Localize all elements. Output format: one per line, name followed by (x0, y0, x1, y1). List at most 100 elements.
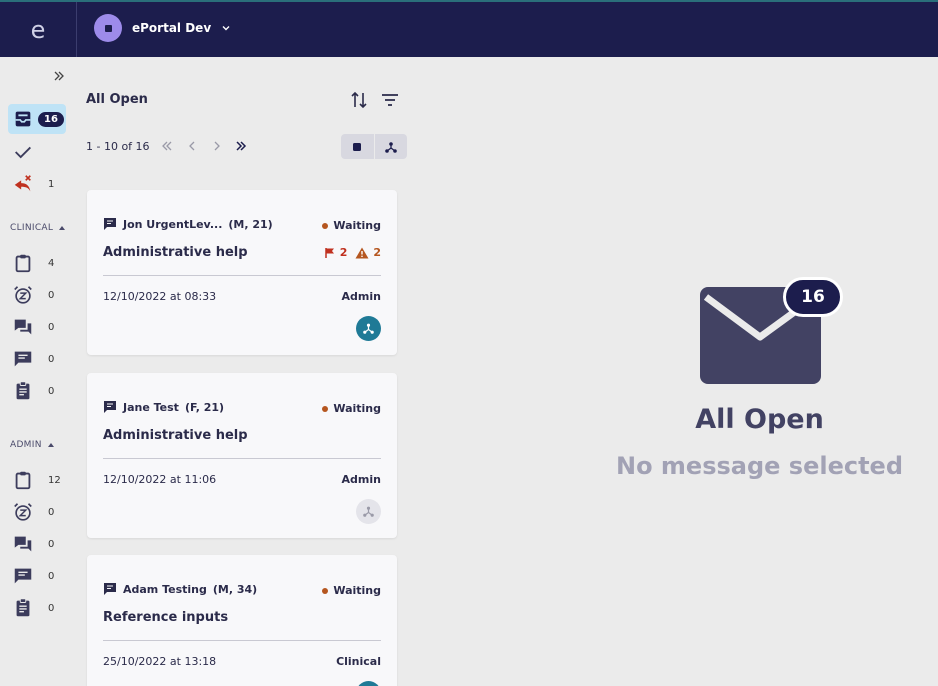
message-icon (14, 351, 32, 367)
detail-title: All Open (695, 404, 824, 435)
pagination-label: 1 - 10 of 16 (86, 140, 150, 153)
conversation-icon (14, 536, 32, 552)
message-icon (104, 583, 116, 595)
clinical-assignments-count: 0 (48, 385, 55, 397)
caret-up-icon (59, 226, 66, 230)
filter-icon[interactable] (380, 91, 400, 109)
clipboard-icon (15, 471, 31, 490)
status-label: Waiting (333, 584, 381, 597)
clinical-messages-count: 0 (48, 353, 55, 365)
inbox-badge: 16 (38, 111, 64, 127)
view-assigned-button[interactable] (375, 134, 408, 159)
inbox-icon (15, 111, 31, 127)
message-subject: Administrative help (103, 245, 248, 260)
message-icon (104, 401, 116, 413)
flag-count: 2 (339, 246, 348, 259)
message-icon (104, 218, 116, 230)
admin-section-label: ADMIN (10, 440, 42, 450)
sidebar-item-rejected[interactable]: 1 (8, 169, 66, 199)
unread-badge: 16 (783, 277, 843, 317)
admin-item-snoozed[interactable]: 0 (8, 497, 66, 527)
clinical-section-toggle[interactable]: CLINICAL (10, 223, 66, 233)
assignment-icon (16, 598, 30, 617)
chevron-down-icon (222, 26, 230, 31)
org-avatar (94, 14, 122, 42)
clinical-snoozed-count: 0 (48, 289, 55, 301)
flag-icon (324, 247, 334, 258)
last-page-icon[interactable] (234, 139, 248, 153)
message-date: 12/10/2022 at 08:33 (103, 290, 217, 303)
message-date: 25/10/2022 at 13:18 (103, 655, 217, 668)
admin-item-messages[interactable]: 0 (8, 561, 66, 591)
snooze-alarm-icon (14, 503, 32, 521)
sort-icon[interactable] (349, 90, 369, 110)
assign-button[interactable] (356, 499, 381, 524)
assign-button[interactable] (356, 681, 381, 686)
clinical-item-conversations[interactable]: 0 (8, 312, 66, 342)
assign-button[interactable] (356, 316, 381, 341)
status-label: Waiting (333, 402, 381, 415)
message-role: Clinical (336, 655, 381, 668)
message-card[interactable]: Adam Testing (M, 34) Waiting Reference i… (87, 555, 397, 686)
clinical-tasks-count: 4 (48, 257, 55, 269)
empty-state-message: No message selected (615, 452, 903, 480)
patient-name: Jon UrgentLev... (123, 217, 223, 231)
caret-up-icon (47, 443, 54, 447)
message-card[interactable]: Jane Test (F, 21) Waiting Administrative… (87, 373, 397, 538)
org-switcher[interactable]: ePortal Dev (94, 14, 231, 42)
conversation-icon (14, 319, 32, 335)
app-logo[interactable]: e (0, 2, 77, 57)
admin-messages-count: 0 (48, 570, 55, 582)
patient-demographics: (F, 21) (184, 400, 225, 414)
admin-snoozed-count: 0 (48, 506, 55, 518)
square-icon (353, 142, 362, 151)
status-badge: Waiting (322, 584, 381, 597)
patient-info: Jane Test (F, 21) (103, 400, 224, 414)
next-page-icon[interactable] (210, 139, 224, 153)
admin-section-toggle[interactable]: ADMIN (10, 440, 54, 450)
message-flags: 2 2 (324, 246, 381, 259)
snooze-alarm-icon (14, 286, 32, 304)
warning-count: 2 (373, 246, 381, 259)
sidebar-item-completed[interactable] (8, 137, 66, 167)
expand-sidebar-icon[interactable] (52, 69, 66, 83)
status-badge: Waiting (322, 402, 381, 415)
admin-item-assignments[interactable]: 0 (8, 593, 66, 623)
hub-icon (363, 323, 374, 334)
hub-icon (363, 506, 374, 517)
status-label: Waiting (333, 219, 381, 232)
patient-name: Adam Testing (123, 582, 207, 596)
clinical-item-assignments[interactable]: 0 (8, 376, 66, 406)
patient-name: Jane Test (123, 400, 179, 414)
clinical-item-snoozed[interactable]: 0 (8, 280, 66, 310)
admin-item-conversations[interactable]: 0 (8, 529, 66, 559)
top-bar: e ePortal Dev (0, 0, 938, 57)
patient-demographics: (M, 34) (212, 582, 258, 596)
view-single-button[interactable] (341, 134, 375, 159)
previous-page-icon[interactable] (185, 139, 199, 153)
message-subject: Reference inputs (103, 610, 229, 625)
status-badge: Waiting (322, 219, 381, 232)
message-date: 12/10/2022 at 11:06 (103, 473, 217, 486)
patient-info: Adam Testing (M, 34) (103, 582, 257, 596)
message-detail-panel: 16 All Open No message selected (408, 57, 938, 686)
clinical-item-tasks[interactable]: 4 (8, 248, 66, 278)
clinical-section-label: CLINICAL (10, 223, 54, 233)
message-card[interactable]: Jon UrgentLev... (M, 21) Waiting Adminis… (87, 190, 397, 355)
message-role: Admin (341, 473, 381, 486)
warning-icon (355, 247, 369, 258)
admin-assignments-count: 0 (48, 602, 55, 614)
message-list-panel: All Open 1 - 10 of 16 Jon UrgentLev... (… (77, 57, 408, 686)
patient-demographics: (M, 21) (228, 217, 273, 231)
clinical-conversations-count: 0 (48, 321, 55, 333)
admin-tasks-count: 12 (48, 474, 61, 486)
org-name: ePortal Dev (132, 21, 212, 35)
admin-item-tasks[interactable]: 12 (8, 465, 66, 495)
assignment-icon (16, 381, 30, 400)
clinical-item-messages[interactable]: 0 (8, 344, 66, 374)
rejected-count: 1 (48, 178, 55, 190)
admin-conversations-count: 0 (48, 538, 55, 550)
checkmark-icon (15, 146, 31, 159)
first-page-icon[interactable] (160, 139, 174, 153)
sidebar-item-inbox[interactable]: 16 (8, 104, 66, 134)
